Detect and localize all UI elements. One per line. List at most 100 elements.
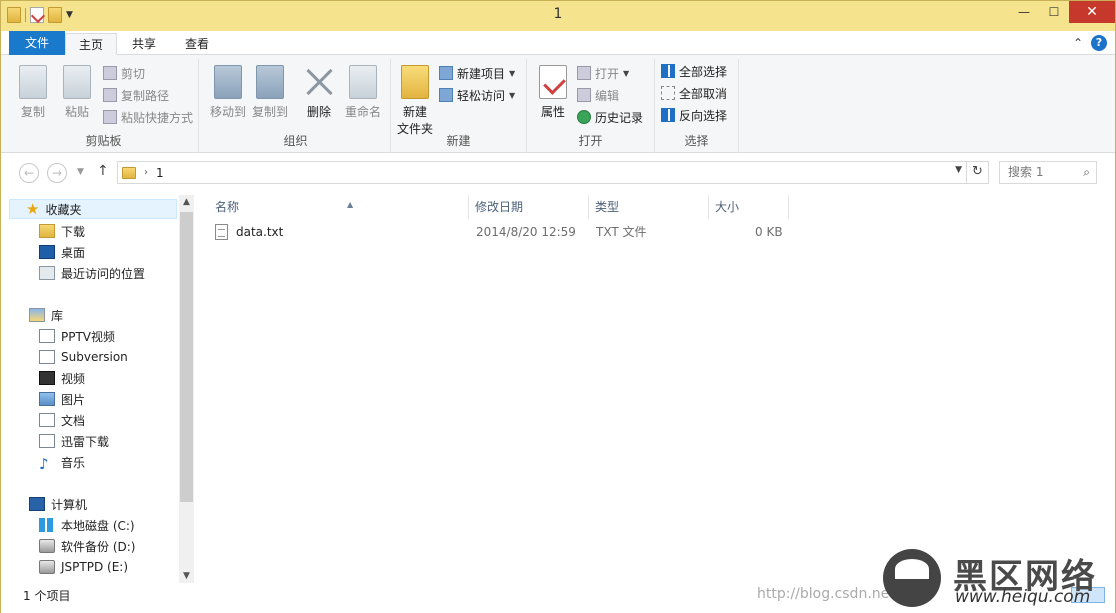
easy-access-dropdown-icon: ▼ (509, 90, 516, 100)
file-row[interactable]: data.txt 2014/8/20 12:59 TXT 文件 0 KB (197, 221, 797, 243)
select-all-button[interactable]: 全部选择 (661, 61, 727, 81)
site-logo-icon (883, 549, 941, 607)
library-folder-icon (39, 434, 55, 448)
open-dropdown-icon: ▼ (623, 68, 630, 78)
scroll-down-icon[interactable]: ▼ (179, 571, 194, 581)
copy-path-icon (103, 88, 117, 102)
nav-item-drive-e[interactable]: JSPTPD (E:) (39, 557, 128, 577)
maximize-button[interactable]: ☐ (1039, 1, 1069, 23)
select-group: 全部选择 全部取消 反向选择 选择 (655, 59, 739, 153)
star-icon: ★ (26, 200, 40, 218)
address-bar-area: ← → ▼ ↑ › 1 ▼ ↻ 搜索 1 ⌕ (1, 153, 1115, 191)
nav-label: 计算机 (51, 497, 88, 512)
nav-item-downloads[interactable]: 下载 (39, 221, 85, 241)
column-header-modified[interactable]: 修改日期 (469, 195, 589, 219)
file-size: 0 KB (755, 225, 783, 239)
minimize-button[interactable]: — (1009, 1, 1039, 23)
nav-item-computer[interactable]: 计算机 (29, 494, 87, 514)
edit-button[interactable]: 编辑 (577, 85, 619, 105)
paste-button[interactable]: 粘贴 (57, 65, 97, 120)
collapse-ribbon-icon[interactable]: ⌃ (1073, 36, 1083, 50)
delete-button[interactable]: 删除 (299, 65, 339, 120)
column-header-type[interactable]: 类型 (589, 195, 709, 219)
library-folder-icon (39, 329, 55, 343)
tab-home[interactable]: 主页 (65, 33, 117, 55)
scroll-up-icon[interactable]: ▲ (179, 197, 194, 207)
tab-view[interactable]: 查看 (173, 33, 221, 55)
up-button[interactable]: ↑ (97, 163, 109, 179)
nav-item-music[interactable]: ♪ 音乐 (39, 452, 86, 473)
nav-item-documents[interactable]: 文档 (39, 410, 85, 430)
site-url: www.heiqu.com (955, 587, 1091, 607)
column-header-size[interactable]: 大小 (709, 195, 789, 219)
nav-item-xunlei[interactable]: 迅雷下载 (39, 431, 109, 451)
properties-button[interactable]: 属性 (533, 65, 573, 120)
title-bar: ▼ 1 — ☐ ✕ (1, 1, 1115, 31)
nav-item-favorites[interactable]: ★ 收藏夹 (9, 199, 177, 219)
new-item-dropdown-icon: ▼ (509, 68, 516, 78)
nav-label: 音乐 (61, 455, 86, 470)
paste-icon (63, 65, 91, 99)
cut-button[interactable]: 剪切 (103, 63, 145, 83)
organize-group: 移动到 复制到 删除 重命名 组织 (201, 59, 391, 153)
address-bar[interactable]: › 1 ▼ ↻ (117, 161, 989, 184)
window-controls: — ☐ ✕ (1009, 1, 1115, 23)
nav-item-videos[interactable]: 视频 (39, 368, 85, 388)
help-icon[interactable]: ? (1091, 35, 1107, 51)
copy-path-button[interactable]: 复制路径 (103, 85, 169, 105)
copy-to-label: 复制到 (251, 105, 288, 119)
rename-button[interactable]: 重命名 (341, 65, 385, 120)
open-label: 打开 (595, 66, 620, 81)
new-group: 新建 文件夹 新建项目 ▼ 轻松访问 ▼ 新建 (391, 59, 527, 153)
nav-item-desktop[interactable]: 桌面 (39, 242, 85, 262)
nav-item-pptv[interactable]: PPTV视频 (39, 326, 115, 346)
nav-label: 软件备份 (D:) (61, 539, 136, 554)
search-placeholder: 搜索 1 (1008, 165, 1044, 179)
copy-button[interactable]: 复制 (13, 65, 53, 120)
easy-access-icon (439, 88, 453, 102)
open-group: 属性 打开 ▼ 编辑 历史记录 打开 (527, 59, 655, 153)
paste-shortcut-button[interactable]: 粘贴快捷方式 (103, 107, 193, 127)
paste-shortcut-icon (103, 110, 117, 124)
select-group-label: 选择 (684, 134, 709, 148)
close-button[interactable]: ✕ (1069, 1, 1115, 23)
nav-item-pictures[interactable]: 图片 (39, 389, 85, 409)
nav-label: 最近访问的位置 (61, 266, 146, 281)
recent-locations-dropdown-icon[interactable]: ▼ (77, 167, 84, 177)
search-input[interactable]: 搜索 1 ⌕ (999, 161, 1097, 184)
nav-item-drive-c[interactable]: 本地磁盘 (C:) (39, 515, 135, 535)
column-header-name[interactable]: 名称 ▲ (209, 195, 469, 219)
history-button[interactable]: 历史记录 (577, 107, 643, 127)
open-icon (577, 66, 591, 80)
new-folder-button[interactable]: 新建 文件夹 (395, 65, 435, 137)
breadcrumb-current[interactable]: 1 (156, 166, 164, 180)
nav-item-drive-d[interactable]: 软件备份 (D:) (39, 536, 135, 556)
select-none-button[interactable]: 全部取消 (661, 83, 727, 103)
copy-to-button[interactable]: 复制到 (249, 65, 291, 120)
path-separator-icon[interactable]: › (144, 167, 148, 178)
tab-file[interactable]: 文件 (9, 31, 65, 55)
nav-item-libraries[interactable]: 库 (29, 305, 63, 325)
nav-label: JSPTPD (E:) (61, 560, 129, 574)
open-button[interactable]: 打开 ▼ (577, 63, 629, 83)
move-to-button[interactable]: 移动到 (207, 65, 249, 120)
nav-label: 迅雷下载 (61, 434, 110, 449)
easy-access-button[interactable]: 轻松访问 ▼ (439, 85, 515, 105)
nav-item-subversion[interactable]: Subversion (39, 347, 128, 367)
site-watermark: 黑区网络 www.heiqu.com (881, 547, 1116, 609)
address-dropdown-icon[interactable]: ▼ (955, 165, 962, 175)
nav-label: 桌面 (61, 245, 86, 260)
music-note-icon: ♪ (39, 455, 49, 473)
back-button[interactable]: ← (19, 163, 39, 183)
invert-selection-button[interactable]: 反向选择 (661, 105, 727, 125)
tab-share[interactable]: 共享 (121, 33, 167, 55)
refresh-button[interactable]: ↻ (966, 162, 988, 183)
select-none-icon (661, 86, 675, 100)
nav-scrollbar[interactable]: ▲ ▼ (179, 195, 194, 583)
forward-button[interactable]: → (47, 163, 67, 183)
nav-item-recent[interactable]: 最近访问的位置 (39, 263, 145, 283)
copy-label: 复制 (20, 105, 45, 119)
new-item-button[interactable]: 新建项目 ▼ (439, 63, 515, 83)
scroll-thumb[interactable] (180, 212, 193, 502)
nav-label: 视频 (61, 371, 86, 386)
